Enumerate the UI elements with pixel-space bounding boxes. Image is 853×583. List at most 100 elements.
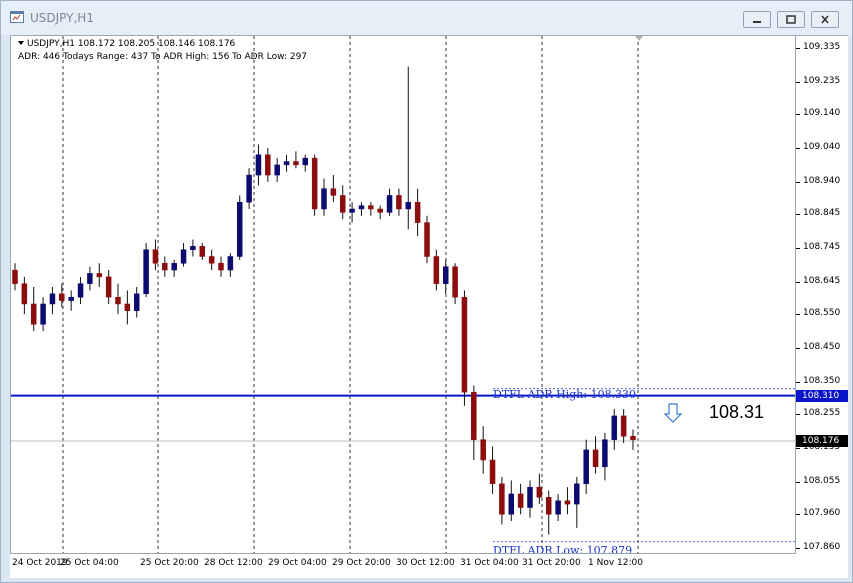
price-tick-label: 108.645: [803, 275, 841, 286]
candle-body-55: [527, 486, 533, 508]
candle-body-25: [246, 174, 252, 203]
candle-body-64: [611, 415, 618, 440]
down-arrow-icon: [663, 403, 683, 423]
candle-body-36: [349, 208, 355, 213]
candle-body-20: [199, 246, 206, 257]
adr-low-label: DTFL ADR Low: 107.879: [493, 544, 633, 554]
candle-body-49: [471, 391, 477, 440]
maximize-button[interactable]: [777, 11, 805, 28]
minimize-button[interactable]: [743, 11, 771, 28]
candle-body-1: [21, 283, 28, 305]
price-tick-mark: [796, 348, 800, 350]
price-tick-mark: [796, 382, 800, 383]
close-button[interactable]: [811, 11, 839, 28]
price-tick-mark: [796, 248, 800, 249]
candle-body-59: [564, 500, 571, 505]
time-axis[interactable]: 24 Oct 2019 25 Oct 04:00 25 Oct 20:00 28 Oc…: [10, 554, 848, 578]
price-tick-mark: [796, 114, 800, 116]
shift-marker-icon: [635, 36, 643, 41]
candle-body-7: [77, 283, 84, 298]
candle-body-22: [218, 263, 224, 271]
candle-body-57: [545, 497, 552, 515]
chart-window-icon: [10, 11, 24, 23]
time-tick-label: 30 Oct 12:00: [396, 558, 455, 568]
candle-body-62: [592, 449, 599, 468]
candle-body-41: [396, 195, 402, 210]
candle-body-32: [311, 157, 318, 210]
candle-body-42: [405, 201, 412, 210]
price-tick-label: 108.055: [803, 476, 841, 487]
price-tick-mark: [796, 47, 800, 49]
candle-body-14: [143, 249, 149, 295]
candle-body-47: [452, 266, 458, 298]
chart-symbol-header: USDJPY,H1 108.172 108.205 108.146 108.17…: [18, 39, 235, 49]
price-tick-label: 109.140: [803, 108, 841, 119]
time-tick-label: 29 Oct 04:00: [268, 558, 327, 568]
time-tick-label: 31 Oct 20:00: [522, 558, 581, 568]
candle-body-53: [508, 493, 515, 515]
candle-body-5: [59, 293, 65, 301]
candle-body-30: [293, 161, 299, 166]
candle-body-48: [461, 296, 468, 393]
candle-body-40: [386, 195, 393, 213]
price-tick-label: 108.550: [803, 308, 841, 319]
candle-body-65: [620, 415, 627, 437]
candle-body-39: [377, 208, 383, 213]
collapse-triangle-icon[interactable]: [18, 41, 24, 45]
price-tick-mark: [796, 482, 800, 484]
candle-body-60: [574, 483, 580, 505]
candle-body-27: [265, 154, 271, 176]
price-tick-label: 108.745: [803, 242, 841, 252]
candle-body-29: [283, 161, 290, 166]
candle-body-54: [517, 493, 524, 508]
candle-body-4: [49, 293, 56, 305]
candle-body-52: [499, 483, 505, 515]
candle-body-17: [171, 263, 177, 271]
price-tick-mark: [796, 448, 800, 450]
price-tick-mark: [796, 314, 800, 316]
candle-body-10: [105, 276, 112, 298]
candlestick-chart: [11, 36, 795, 553]
candle-body-9: [96, 273, 103, 278]
price-tick-mark: [796, 514, 800, 516]
candle-body-37: [358, 205, 365, 210]
price-tick-mark: [796, 147, 800, 149]
time-tick-label: 29 Oct 20:00: [332, 558, 391, 568]
chart-plot-area[interactable]: USDJPY,H1 108.172 108.205 108.146 108.17…: [10, 35, 796, 554]
candle-body-34: [330, 188, 337, 196]
candle-body-35: [339, 195, 346, 213]
adr-high-label: DTFL ADR High: 108.330: [493, 388, 637, 401]
current-price-tag: 108.176: [796, 435, 848, 448]
price-tick-label: 107.960: [803, 508, 841, 519]
candle-body-31: [302, 157, 309, 166]
close-icon: [821, 15, 829, 24]
price-axis[interactable]: 109.335 109.235 109.140 109.040 108.940 108.8…: [796, 35, 848, 554]
adr-high-price-readout: 108.31: [709, 402, 765, 422]
candle-body-26: [255, 154, 262, 176]
candle-body-33: [321, 188, 327, 210]
candle-body-12: [124, 303, 131, 312]
candle-body-3: [40, 303, 46, 325]
restore-icon: [786, 15, 796, 24]
price-tick-label: 108.255: [803, 408, 841, 419]
candle-body-19: [190, 246, 196, 250]
title-bar[interactable]: USDJPY,H1: [1, 1, 852, 35]
candle-body-21: [208, 256, 215, 264]
candle-body-50: [480, 439, 486, 461]
price-tick-mark: [796, 281, 800, 283]
price-tick-label: 108.845: [803, 208, 841, 219]
candle-body-18: [180, 249, 187, 264]
price-tick-mark: [796, 81, 800, 83]
price-tick-mark: [796, 214, 800, 216]
candle-body-13: [133, 293, 140, 312]
adr-info-line: ADR: 446 Todays Range: 437 To ADR High: …: [18, 52, 308, 62]
price-tick-label: 108.940: [803, 175, 841, 186]
price-tick-label: 108.350: [803, 376, 841, 386]
candle-body-63: [602, 439, 608, 468]
price-tick-mark: [796, 181, 800, 183]
chart-window: USDJPY,H1 USDJPY,H1 108.172 108.205 108.…: [0, 0, 853, 583]
adr-high-price-tag: 108.310: [796, 389, 848, 402]
price-tick-label: 108.450: [803, 342, 841, 353]
price-tick-mark: [796, 548, 800, 550]
ohlc-header: USDJPY,H1 108.172 108.205 108.146 108.17…: [27, 39, 236, 49]
